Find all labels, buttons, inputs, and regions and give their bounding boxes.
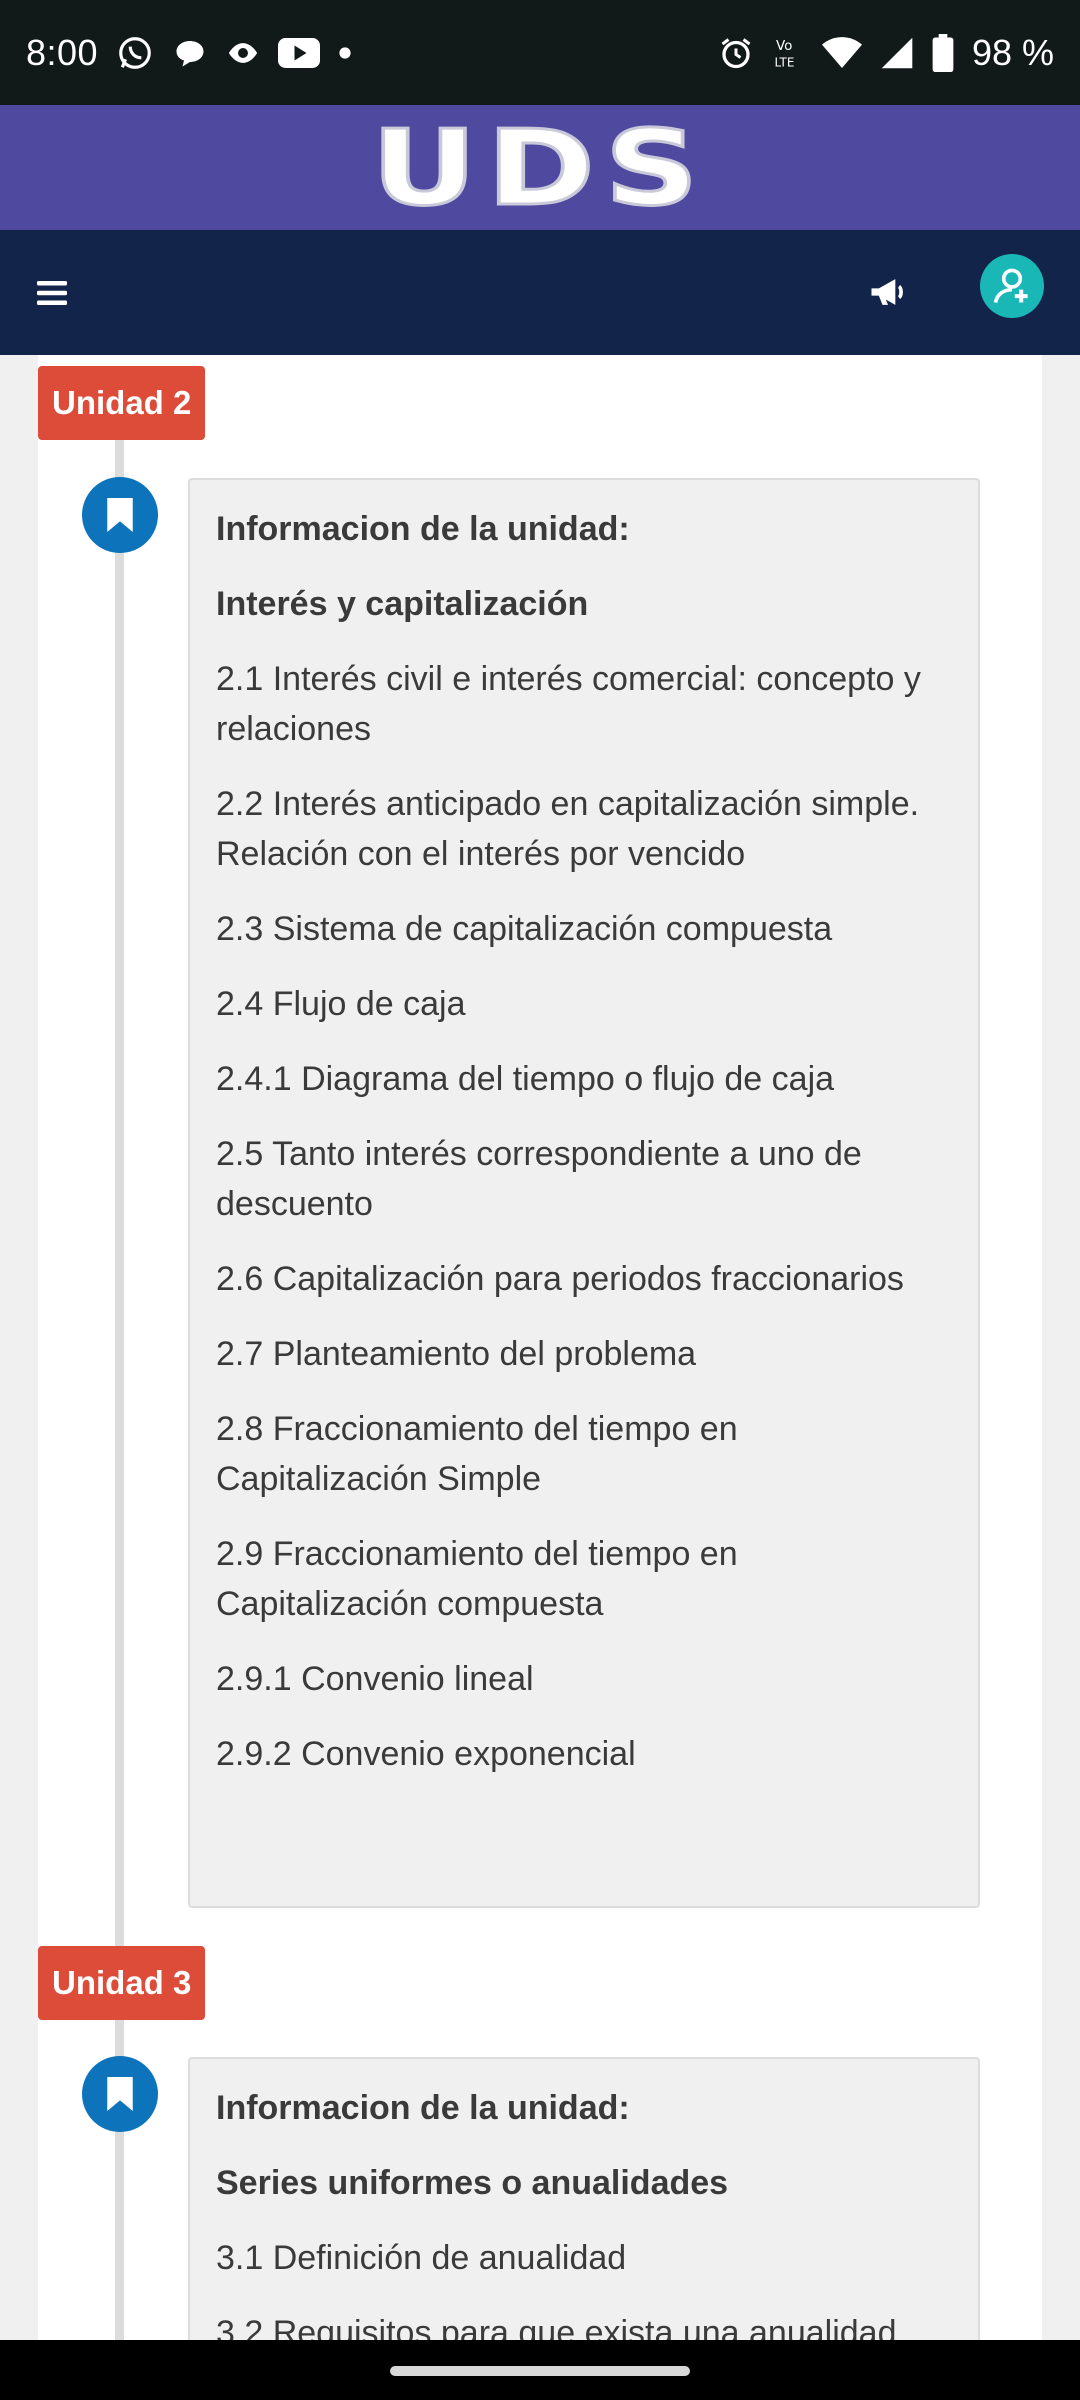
chat-bubble-icon: [172, 35, 208, 71]
menu-button[interactable]: [34, 275, 70, 311]
bookmark-icon: [107, 2077, 133, 2111]
unit-info-card: Informacion de la unidad: Series uniform…: [188, 2057, 980, 2347]
profile-button[interactable]: [980, 254, 1044, 318]
unit-item: 2.8 Fraccionamiento del tiempo en Capita…: [216, 1410, 738, 1498]
unit-item: 3.1 Definición de anualidad: [216, 2239, 627, 2277]
unit-item: 2.4.1 Diagrama del tiempo o flujo de caj…: [216, 1060, 835, 1098]
unit-item: 2.6 Capitalización para periodos fraccio…: [216, 1260, 904, 1298]
unit-info-header: Informacion de la unidad:: [216, 2089, 630, 2127]
volte-icon: Vo LTE: [772, 35, 804, 71]
brand-bar: UDS: [0, 105, 1080, 230]
battery-icon: [932, 33, 954, 72]
timeline-line: [115, 440, 124, 2340]
youtube-icon: [278, 37, 321, 69]
unit-badge: Unidad 3: [38, 1946, 206, 2020]
status-bar: 8:00 Vo LTE 98 %: [0, 0, 1080, 105]
home-gesture-handle[interactable]: [390, 2366, 690, 2376]
unit-item: 2.9.1 Convenio lineal: [216, 1660, 534, 1698]
eye-icon: [226, 36, 260, 70]
unit-item: 2.9 Fraccionamiento del tiempo en Capita…: [216, 1535, 738, 1623]
status-time: 8:00: [26, 31, 99, 73]
status-right: Vo LTE 98 %: [718, 32, 1054, 74]
unit-item: 2.5 Tanto interés correspondiente a uno …: [216, 1135, 862, 1223]
svg-text:Vo: Vo: [776, 38, 792, 54]
timeline-marker: [82, 477, 158, 553]
hamburger-icon: [37, 281, 67, 305]
unit-item: 2.2 Interés anticipado en capitalización…: [216, 785, 920, 873]
whatsapp-icon: [116, 34, 154, 72]
top-navbar: [0, 230, 1080, 355]
bookmark-icon: [107, 498, 133, 532]
announcements-button[interactable]: [866, 270, 910, 314]
unit-info-header: Informacion de la unidad:: [216, 510, 630, 548]
uds-logo: UDS: [370, 106, 709, 229]
megaphone-icon: [871, 279, 903, 305]
timeline-marker: [82, 2056, 158, 2132]
unit-topic: Interés y capitalización: [216, 585, 589, 623]
unit-item: 2.9.2 Convenio exponencial: [216, 1735, 636, 1773]
unit-item: 2.1 Interés civil e interés comercial: c…: [216, 660, 921, 748]
unit-topic: Series uniformes o anualidades: [216, 2164, 729, 2202]
unit-item: 2.4 Flujo de caja: [216, 985, 466, 1023]
wifi-icon: [821, 36, 862, 70]
unit-item: 2.7 Planteamiento del problema: [216, 1335, 697, 1373]
dot-icon: [338, 46, 352, 60]
unit-item: 2.3 Sistema de capitalización compuesta: [216, 910, 833, 948]
signal-icon: [880, 36, 914, 70]
status-left: 8:00: [26, 32, 352, 74]
unit-info-card: Informacion de la unidad: Interés y capi…: [188, 478, 980, 1908]
alarm-icon: [718, 35, 754, 71]
battery-percent: 98 %: [971, 31, 1054, 73]
svg-text:LTE: LTE: [774, 55, 794, 69]
unit-badge: Unidad 2: [38, 366, 206, 440]
add-user-icon: [993, 268, 1028, 303]
